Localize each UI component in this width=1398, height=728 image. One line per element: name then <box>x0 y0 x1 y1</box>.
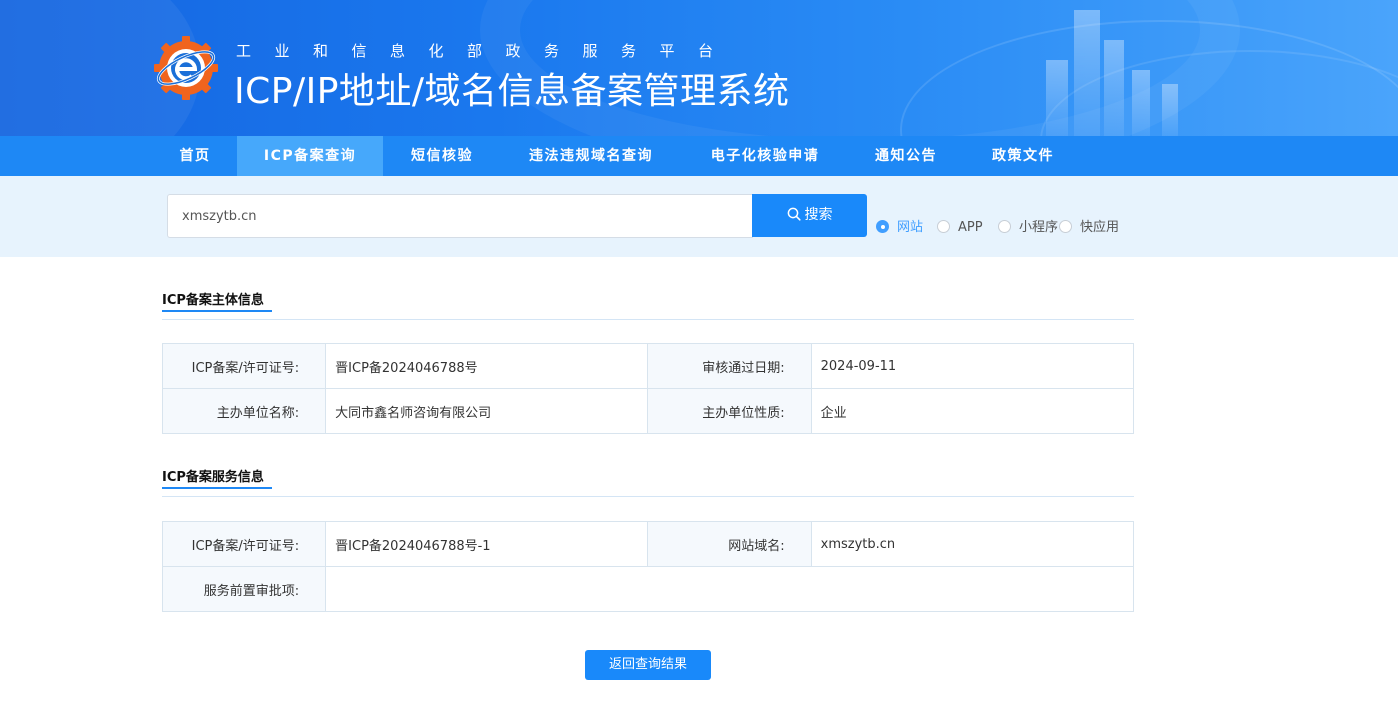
search-button-label: 搜索 <box>804 207 833 223</box>
license-value: 晋ICP备2024046788号 <box>325 343 649 389</box>
table-row: 主办单位名称: 大同市鑫名师咨询有限公司 主办单位性质: 企业 <box>161 388 1135 434</box>
organizer-name-value: 大同市鑫名师咨询有限公司 <box>325 388 649 434</box>
radio-dot <box>1059 220 1072 233</box>
subject-info-table: ICP备案/许可证号: 晋ICP备2024046788号 审核通过日期: 202… <box>161 343 1135 434</box>
radio-label: 快应用 <box>1080 220 1120 235</box>
radio-dot <box>876 220 889 233</box>
section-title-service: ICP备案服务信息 <box>162 470 264 485</box>
nav-item-electronic-verify[interactable]: 电子化核验申请 <box>692 136 838 176</box>
service-license-value: 晋ICP备2024046788号-1 <box>325 521 649 567</box>
main-nav: 首页 ICP备案查询 短信核验 违法违规域名查询 电子化核验申请 通知公告 政策… <box>0 136 1398 176</box>
table-row: ICP备案/许可证号: 晋ICP备2024046788号 审核通过日期: 202… <box>161 343 1135 389</box>
section-divider <box>162 319 1134 320</box>
radio-app[interactable]: APP <box>937 220 983 236</box>
radio-website[interactable]: 网站 <box>876 220 923 236</box>
approval-date-label: 审核通过日期: <box>647 343 812 389</box>
radio-label: 网站 <box>897 220 924 235</box>
header-banner: 工业和信息化部政务服务平台 ICP/IP地址/域名信息备案管理系统 <box>0 0 1398 136</box>
table-row: ICP备案/许可证号: 晋ICP备2024046788号-1 网站域名: xms… <box>161 521 1135 567</box>
nav-item-home[interactable]: 首页 <box>162 136 228 176</box>
service-info-table: ICP备案/许可证号: 晋ICP备2024046788号-1 网站域名: xms… <box>161 521 1135 612</box>
organizer-name-label: 主办单位名称: <box>161 388 327 434</box>
nav-item-policies[interactable]: 政策文件 <box>975 136 1071 176</box>
miit-logo-icon <box>152 34 220 102</box>
organizer-nature-value: 企业 <box>810 388 1135 434</box>
license-label: ICP备案/许可证号: <box>161 343 327 389</box>
radio-dot <box>998 220 1011 233</box>
section-title-subject: ICP备案主体信息 <box>162 293 264 308</box>
domain-label: 网站域名: <box>647 521 812 567</box>
service-license-label: ICP备案/许可证号: <box>161 521 327 567</box>
pre-approval-label: 服务前置审批项: <box>161 566 327 612</box>
section-divider <box>162 496 1134 497</box>
skyline-decoration <box>1132 70 1150 136</box>
section-underline <box>162 310 272 312</box>
nav-item-notices[interactable]: 通知公告 <box>858 136 954 176</box>
radio-label: 小程序 <box>1019 220 1059 235</box>
pre-approval-value <box>325 566 1134 612</box>
skyline-decoration <box>1074 10 1100 136</box>
header-subtitle: 工业和信息化部政务服务平台 <box>236 42 737 60</box>
page-title: ICP/IP地址/域名信息备案管理系统 <box>234 71 790 112</box>
search-button[interactable]: 搜索 <box>752 194 867 237</box>
radio-label: APP <box>958 220 983 235</box>
table-row: 服务前置审批项: <box>161 566 1134 612</box>
organizer-nature-label: 主办单位性质: <box>647 388 812 434</box>
skyline-decoration <box>1162 84 1178 136</box>
section-underline <box>162 487 272 489</box>
skyline-decoration <box>1046 60 1068 136</box>
search-area: 搜索 网站 APP 小程序 快应用 <box>0 176 1398 257</box>
nav-item-illegal-domain-query[interactable]: 违法违规域名查询 <box>512 136 670 176</box>
radio-dot <box>937 220 950 233</box>
domain-value: xmszytb.cn <box>810 521 1135 567</box>
skyline-decoration <box>1104 40 1124 136</box>
radio-quickapp[interactable]: 快应用 <box>1059 220 1119 236</box>
nav-item-icp-query[interactable]: ICP备案查询 <box>237 136 383 176</box>
nav-item-sms-verify[interactable]: 短信核验 <box>393 136 491 176</box>
radio-miniprogram[interactable]: 小程序 <box>998 220 1058 236</box>
back-to-results-button[interactable]: 返回查询结果 <box>585 650 711 680</box>
search-input[interactable] <box>167 194 753 238</box>
approval-date-value: 2024-09-11 <box>810 343 1135 389</box>
search-icon <box>787 207 801 221</box>
